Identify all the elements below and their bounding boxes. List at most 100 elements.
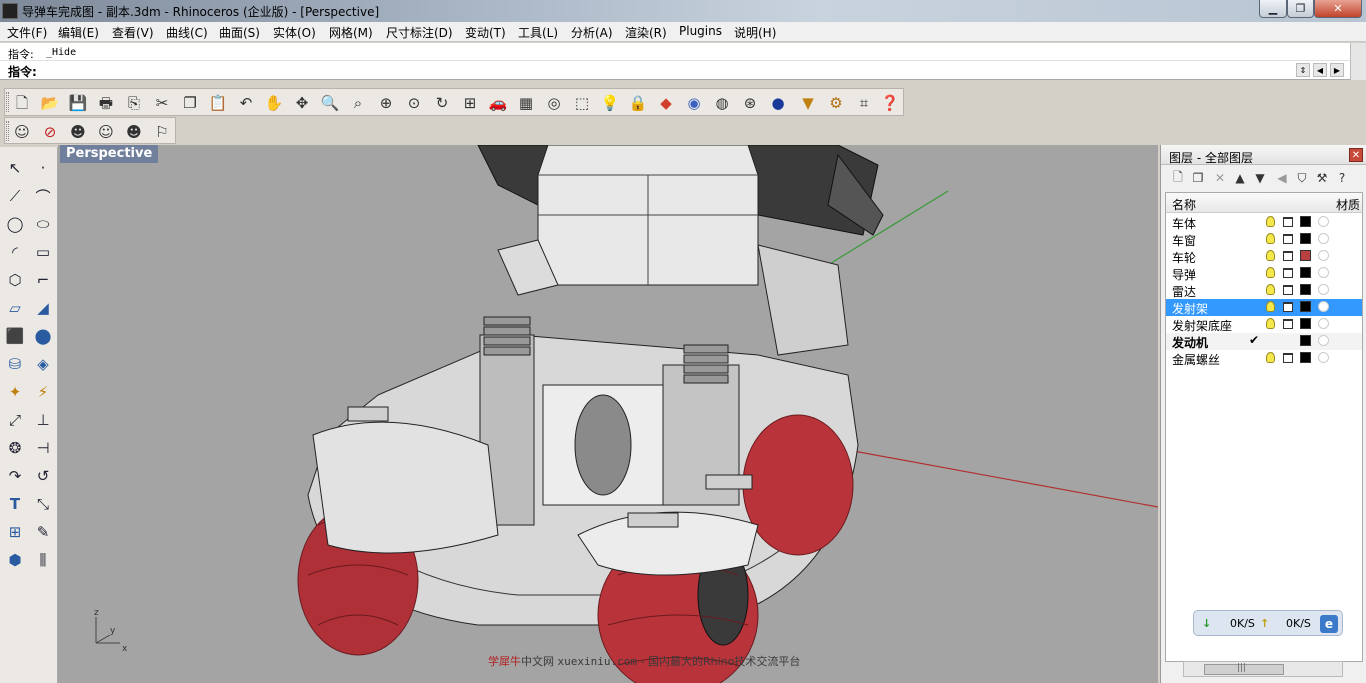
layer-name[interactable]: 雷达 bbox=[1172, 283, 1196, 300]
four-viewports-icon[interactable]: ⊞ bbox=[459, 92, 481, 114]
circle-icon[interactable]: ◯ bbox=[3, 212, 27, 236]
menu-view[interactable]: 查看(V) bbox=[112, 24, 154, 41]
split-icon[interactable]: ⚡ bbox=[31, 380, 55, 404]
open-folder-icon[interactable]: 📂 bbox=[39, 92, 61, 114]
toolbar-grip[interactable] bbox=[6, 92, 9, 112]
copy-icon[interactable]: ❐ bbox=[179, 92, 201, 114]
shaded-ball-icon[interactable]: ● bbox=[767, 92, 789, 114]
layer-material-icon[interactable] bbox=[1318, 284, 1329, 295]
rotate-camera-icon[interactable]: ↻ bbox=[431, 92, 453, 114]
menu-file[interactable]: 文件(F) bbox=[7, 24, 47, 41]
new-layer-icon[interactable]: 🗋 bbox=[1169, 169, 1187, 187]
layer-color-swatch[interactable] bbox=[1300, 335, 1311, 346]
zoom-window-icon[interactable]: 🔍 bbox=[319, 92, 341, 114]
layer-name[interactable]: 发动机 bbox=[1172, 334, 1208, 351]
menu-edit[interactable]: 编辑(E) bbox=[58, 24, 99, 41]
layer-material-icon[interactable] bbox=[1318, 301, 1329, 312]
layer-name[interactable]: 车窗 bbox=[1172, 232, 1196, 249]
lock-icon[interactable]: 🔒 bbox=[627, 92, 649, 114]
show-icon[interactable]: ☺ bbox=[11, 121, 33, 143]
move-down-icon[interactable]: ▼ bbox=[1251, 169, 1269, 187]
select-filter-icon[interactable]: ⬚ bbox=[571, 92, 593, 114]
lock-object-icon[interactable]: ☻ bbox=[123, 121, 145, 143]
menu-render[interactable]: 渲染(R) bbox=[625, 24, 667, 41]
menu-surface[interactable]: 曲面(S) bbox=[219, 24, 260, 41]
pan-hand-icon[interactable]: ✋ bbox=[263, 92, 285, 114]
new-sublayer-icon[interactable]: ❐ bbox=[1189, 169, 1207, 187]
layer-lock-icon[interactable] bbox=[1283, 353, 1293, 363]
menu-plugins[interactable]: Plugins bbox=[679, 24, 722, 38]
options-gear-icon[interactable]: ⚙ bbox=[825, 92, 847, 114]
osnap-icon[interactable]: ◎ bbox=[543, 92, 565, 114]
wireframe-sphere-icon[interactable]: ◍ bbox=[711, 92, 733, 114]
layer-material-icon[interactable] bbox=[1318, 335, 1329, 346]
hide-icon[interactable]: ⊘ bbox=[39, 121, 61, 143]
command-scrollbar[interactable] bbox=[1350, 43, 1366, 80]
new-file-icon[interactable]: 🗋 bbox=[11, 92, 33, 114]
layer-material-icon[interactable] bbox=[1318, 352, 1329, 363]
layer-color-swatch[interactable] bbox=[1300, 250, 1311, 261]
command-spin-icon[interactable]: ⇕ bbox=[1296, 63, 1310, 77]
layer-lock-icon[interactable] bbox=[1283, 268, 1293, 278]
layer-color-swatch[interactable] bbox=[1300, 352, 1311, 363]
command-right-icon[interactable]: ▶ bbox=[1330, 63, 1344, 77]
layer-lock-icon[interactable] bbox=[1283, 285, 1293, 295]
layer-material-icon[interactable] bbox=[1318, 267, 1329, 278]
layer-color-swatch[interactable] bbox=[1300, 216, 1311, 227]
layer-material-icon[interactable] bbox=[1318, 216, 1329, 227]
layer-row[interactable]: 车窗 bbox=[1166, 231, 1362, 249]
menu-mesh[interactable]: 网格(M) bbox=[329, 24, 373, 41]
maximize-button[interactable]: ❐ bbox=[1287, 0, 1314, 18]
save-icon[interactable]: 💾 bbox=[67, 92, 89, 114]
light-icon[interactable]: 💡 bbox=[599, 92, 621, 114]
layer-row[interactable]: 雷达 bbox=[1166, 282, 1362, 300]
layer-name[interactable]: 发射架底座 bbox=[1172, 317, 1232, 334]
text-icon[interactable]: T bbox=[3, 492, 27, 516]
layers-hscrollbar[interactable]: ||| bbox=[1183, 661, 1343, 677]
move-left-icon[interactable]: ◀ bbox=[1273, 169, 1291, 187]
boolean-icon[interactable]: ⬤ bbox=[31, 324, 55, 348]
group-icon[interactable]: ❂ bbox=[3, 436, 27, 460]
viewport-title[interactable]: Perspective bbox=[60, 145, 159, 163]
layer-visible-bulb-icon[interactable] bbox=[1266, 301, 1275, 312]
unlock-icon[interactable]: ⚐ bbox=[151, 121, 173, 143]
panel-close-icon[interactable]: ✕ bbox=[1349, 148, 1363, 162]
cylinder-icon[interactable]: ⛁ bbox=[3, 352, 27, 376]
menu-dimension[interactable]: 尺寸标注(D) bbox=[386, 24, 453, 41]
zoom-selected-icon[interactable]: ⊙ bbox=[403, 92, 425, 114]
layer-color-swatch[interactable] bbox=[1300, 284, 1311, 295]
rhino-app-icon[interactable] bbox=[2, 3, 18, 19]
layer-visible-bulb-icon[interactable] bbox=[1266, 250, 1275, 261]
grid-settings-icon[interactable]: ⌗ bbox=[853, 92, 875, 114]
menu-curve[interactable]: 曲线(C) bbox=[166, 24, 208, 41]
menu-help[interactable]: 说明(H) bbox=[734, 24, 776, 41]
rotate-icon[interactable]: ↷ bbox=[3, 464, 27, 488]
layer-row[interactable]: 车体 bbox=[1166, 214, 1362, 231]
fillet-icon[interactable]: ⌐ bbox=[31, 268, 55, 292]
layer-row[interactable]: 导弹 bbox=[1166, 265, 1362, 282]
layer-row[interactable]: 发射架底座 bbox=[1166, 316, 1362, 334]
menu-analyze[interactable]: 分析(A) bbox=[571, 24, 613, 41]
analysis-icon[interactable]: ⫼ bbox=[31, 548, 55, 572]
layer-row[interactable]: 发射架 bbox=[1166, 299, 1362, 316]
solid-tools-icon[interactable]: ⬢ bbox=[3, 548, 27, 572]
network-speed-widget[interactable]: ↓ 0K/S ↑ 0K/S e bbox=[1193, 610, 1343, 636]
help-icon[interactable]: ❓ bbox=[879, 92, 901, 114]
ellipse-icon[interactable]: ⬭ bbox=[31, 212, 55, 236]
hide-swap-icon[interactable]: ☺ bbox=[95, 121, 117, 143]
layer-row[interactable]: 发动机 ✔ bbox=[1166, 333, 1362, 351]
layer-color-swatch[interactable] bbox=[1300, 267, 1311, 278]
rectangle-icon[interactable]: ▭ bbox=[31, 240, 55, 264]
perspective-viewport[interactable]: z y x Perspective 学犀牛中文网 xuexiniu.com - … bbox=[58, 145, 1158, 683]
layer-color-icon[interactable]: ◆ bbox=[655, 92, 677, 114]
layer-lock-icon[interactable] bbox=[1283, 302, 1293, 312]
undo-icon[interactable]: ↶ bbox=[235, 92, 257, 114]
block-icon[interactable]: ⊞ bbox=[3, 520, 27, 544]
grid-plane-icon[interactable]: ▦ bbox=[515, 92, 537, 114]
close-button[interactable]: ✕ bbox=[1314, 0, 1362, 18]
column-name[interactable]: 名称 bbox=[1172, 196, 1196, 213]
toolbar-grip-2[interactable] bbox=[6, 121, 9, 141]
current-layer-check-icon[interactable]: ✔ bbox=[1249, 333, 1259, 347]
layer-lock-icon[interactable] bbox=[1283, 319, 1293, 329]
show-selected-icon[interactable]: ☻ bbox=[67, 121, 89, 143]
